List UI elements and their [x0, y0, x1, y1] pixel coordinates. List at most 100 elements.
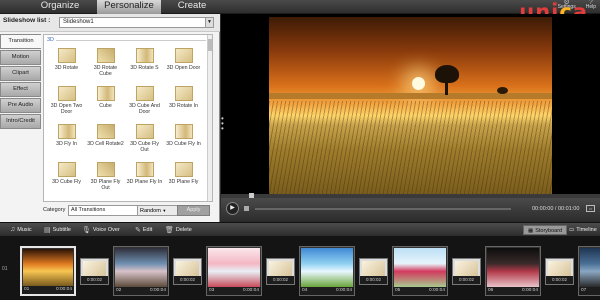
effect-label: 3D Plane Fly Out: [90, 179, 121, 191]
slide-thumbnail: [394, 248, 446, 287]
subtitle-button[interactable]: ▤ Subtitle: [44, 226, 71, 234]
storyboard-slide[interactable]: 02 0:00:04: [113, 246, 169, 296]
fullscreen-icon[interactable]: ▭: [586, 205, 595, 212]
effect-item[interactable]: 3D Cube Fly: [48, 159, 85, 196]
random-button[interactable]: Random ▼: [137, 205, 181, 216]
slide-thumbnail: [301, 248, 353, 287]
transition-thumbnail: [548, 261, 571, 276]
category-divider: [56, 40, 206, 41]
effect-item[interactable]: 3D Cube Fly In: [165, 121, 202, 158]
slide-thumbnail: [115, 248, 167, 287]
storyboard-transition[interactable]: 0:00:02: [452, 258, 481, 285]
effects-scrollbar[interactable]: [207, 35, 212, 201]
slide-thumbnail: [208, 248, 260, 287]
storyboard-transition[interactable]: 0:00:02: [359, 258, 388, 285]
playback-progress[interactable]: [255, 208, 511, 210]
storyboard-scroll-indicator[interactable]: 01: [2, 266, 8, 272]
effect-label: 3D Rotate In: [168, 103, 199, 109]
side-tab-effect[interactable]: Effect: [0, 82, 41, 97]
edit-label: Edit: [142, 227, 153, 233]
slide-footer: 04 0:00:04: [300, 287, 354, 295]
panel-splitter-handle[interactable]: • • •: [221, 115, 225, 146]
effect-item[interactable]: 3D Fly In: [48, 121, 85, 158]
side-tab-clipart[interactable]: Clipart: [0, 66, 41, 81]
effect-item[interactable]: 3D Cell Rotate2: [87, 121, 124, 158]
transition-thumbnail: [455, 261, 478, 276]
slideshow-list-row: Slideshow list : Slideshow1 ▼: [0, 14, 220, 32]
slide-footer: 03 0:00:04: [207, 287, 261, 295]
timeline-view-button[interactable]: ▭ Timeline: [565, 225, 600, 235]
slide-number: 05: [395, 288, 401, 293]
storyboard-slide[interactable]: 070:00:04: [578, 246, 600, 296]
storyboard-strip: 01 01 0:00:04 0:00:02 02 0:00:04 0:00:02 03 0:0…: [0, 236, 600, 300]
effect-label: 3D Open Door: [166, 65, 201, 71]
category-bar: Category All Transitions Random ▼ Apply: [43, 205, 213, 217]
storyboard-transition[interactable]: 0:00:02: [80, 258, 109, 285]
storyboard-slide[interactable]: 01 0:00:04: [20, 246, 76, 296]
random-label: Random: [140, 208, 161, 214]
side-tabs: Transition Motion Clipart Effect Pre Aud…: [0, 34, 41, 130]
storyboard-slide[interactable]: 03 0:00:04: [206, 246, 262, 296]
chevron-down-icon: ▼: [205, 18, 213, 27]
scrollbar-thumb[interactable]: [208, 39, 212, 51]
slide-number: 04: [302, 288, 308, 293]
effect-item[interactable]: 3D Rotate S: [126, 45, 163, 82]
tab-personalize[interactable]: Personalize: [97, 0, 161, 14]
voice-over-button[interactable]: 🎙 Voice Over: [82, 226, 120, 234]
effect-item[interactable]: 3D Open Two Door: [48, 83, 85, 120]
tab-organize[interactable]: Organize: [30, 0, 90, 14]
chevron-down-icon: ▼: [162, 208, 167, 213]
effect-label: 3D Rotate S: [130, 65, 159, 71]
delete-button[interactable]: 🗑 Delete: [165, 226, 192, 234]
storyboard-slide[interactable]: 04 0:00:04: [299, 246, 355, 296]
transition-duration: 0:00:02: [81, 276, 108, 284]
transition-effects-panel: 3D 3D Rotate 3D Rotate Cube 3D Rotate S …: [43, 34, 213, 202]
storyboard-slide[interactable]: 06 0:00:04: [485, 246, 541, 296]
music-label: Music: [17, 226, 32, 233]
effect-item[interactable]: 3D Rotate: [48, 45, 85, 82]
slide-duration: 0:00:04: [242, 288, 259, 293]
side-tab-transition[interactable]: Transition: [0, 34, 41, 49]
transition-duration: 0:00:02: [360, 276, 387, 284]
storyboard-transition[interactable]: 0:00:02: [173, 258, 202, 285]
tab-create[interactable]: Create: [168, 0, 216, 14]
effect-thumbnail: [96, 124, 115, 139]
side-tab-intro-credit[interactable]: Intro/Credit: [0, 114, 41, 129]
side-tab-motion[interactable]: Motion: [0, 50, 41, 65]
tree-trunk-shape: [445, 81, 448, 95]
effect-item[interactable]: 3D Cube Fly Out: [126, 121, 163, 158]
stop-button[interactable]: [244, 206, 249, 211]
side-tab-pre-audio[interactable]: Pre Audio: [0, 98, 41, 113]
slide-footer: 05 0:00:04: [393, 287, 447, 295]
wheat-field-texture: [269, 101, 552, 207]
effect-thumbnail: [135, 48, 154, 63]
delete-label: Delete: [175, 227, 192, 233]
distant-tree-shape: [497, 87, 508, 94]
effect-item[interactable]: 3D Plane Fly Out: [87, 159, 124, 196]
effect-item[interactable]: Cube: [87, 83, 124, 120]
storyboard-transition[interactable]: 0:00:02: [545, 258, 574, 285]
storyboard-icon: ▦: [528, 228, 534, 234]
effect-item[interactable]: 3D Cube And Door: [126, 83, 163, 120]
effect-item[interactable]: 3D Plane Fly: [165, 159, 202, 196]
slideshow-list-select[interactable]: Slideshow1 ▼: [59, 17, 214, 28]
slide-duration: 0:00:04: [335, 288, 352, 293]
edit-button[interactable]: ✎ Edit: [135, 226, 152, 234]
slide-footer: 070:00:04: [579, 287, 600, 295]
effect-item[interactable]: 3D Rotate In: [165, 83, 202, 120]
effect-item[interactable]: 3D Plane Fly In: [126, 159, 163, 196]
category-heading: 3D: [47, 37, 55, 43]
music-button[interactable]: ♫ Music: [10, 226, 32, 233]
storyboard-slide[interactable]: 05 0:00:04: [392, 246, 448, 296]
transition-thumbnail: [83, 261, 106, 276]
transition-duration: 0:00:02: [174, 276, 201, 284]
effect-item[interactable]: 3D Open Door: [165, 45, 202, 82]
slideshow-list-value: Slideshow1: [63, 19, 94, 25]
effect-item[interactable]: 3D Rotate Cube: [87, 45, 124, 82]
storyboard-transition[interactable]: 0:00:02: [266, 258, 295, 285]
storyboard-view-button[interactable]: ▦ Storyboard: [523, 225, 568, 235]
effect-label: 3D Fly In: [56, 141, 77, 147]
apply-button[interactable]: Apply: [177, 205, 210, 216]
play-button[interactable]: ▶: [226, 202, 239, 215]
effect-thumbnail: [174, 86, 193, 101]
